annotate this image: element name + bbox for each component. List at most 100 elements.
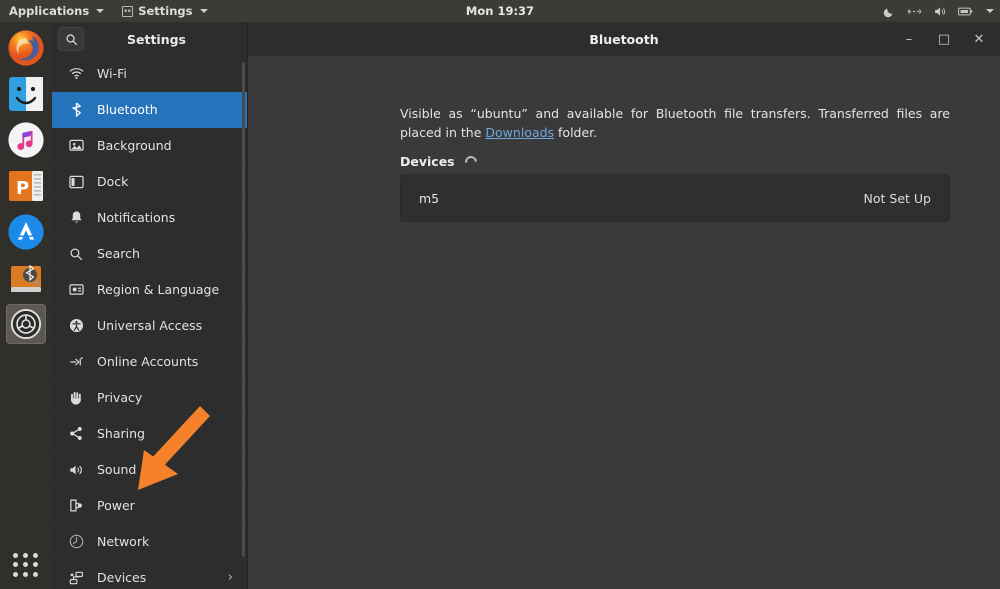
titlebar-sidebar-section: Settings (52, 22, 248, 56)
settings-window: Settings Bluetooth ON – □ ✕ (52, 22, 1000, 589)
devices-section-header: Devices (400, 153, 480, 170)
dock-item-settings[interactable] (6, 304, 46, 344)
sidebar-item-label: Sound (97, 462, 137, 477)
settings-app-menu[interactable]: Settings (113, 0, 216, 22)
grid-dot (13, 562, 18, 568)
sidebar-item-sound[interactable]: Sound (52, 452, 247, 488)
sidebar-item-label: Region & Language (97, 282, 220, 297)
sidebar-item-label: Power (97, 498, 135, 513)
status-indicators (883, 0, 994, 22)
dock: P (0, 22, 52, 589)
sidebar-item-region-language[interactable]: Region & Language (52, 272, 247, 308)
sidebar-item-label: Background (97, 138, 172, 153)
network-icon (68, 534, 84, 550)
settings-app-menu-label: Settings (138, 4, 193, 18)
sidebar-scrollbar[interactable] (242, 56, 246, 589)
grid-dot (13, 571, 18, 577)
dock-item-powerpoint[interactable]: P (6, 166, 46, 206)
description-text-part2: folder. (554, 125, 598, 140)
grid-dot (13, 553, 18, 558)
chevron-down-icon (96, 9, 105, 13)
region-language-icon (68, 282, 84, 298)
sidebar-item-network[interactable]: Network (52, 524, 247, 560)
sidebar-title: Settings (126, 31, 186, 47)
sidebar-item-label: Dock (97, 174, 129, 189)
sidebar-item-dock[interactable]: Dock (52, 164, 247, 200)
universal-access-icon (68, 318, 84, 334)
night-light-icon[interactable] (883, 5, 896, 18)
sidebar-item-bluetooth[interactable]: Bluetooth (52, 92, 247, 128)
sidebar-item-search[interactable]: Search (52, 236, 247, 272)
sidebar-item-label: Notifications (97, 210, 176, 225)
devices-list: m5 Not Set Up (400, 174, 950, 222)
dock-item-firefox[interactable] (6, 28, 46, 68)
chevron-down-icon (199, 9, 208, 13)
sidebar-item-label: Online Accounts (97, 354, 199, 369)
downloads-link[interactable]: Downloads (485, 125, 554, 140)
sidebar-item-notifications[interactable]: Notifications (52, 200, 247, 236)
online-accounts-icon (68, 354, 84, 370)
screen: Applications Settings Mon 19:37 P Settin… (0, 0, 1000, 589)
sidebar-item-label: Network (97, 534, 150, 549)
search-icon (68, 246, 84, 262)
sidebar-item-label: Privacy (97, 390, 143, 405)
dock-icon (68, 174, 84, 190)
power-icon (68, 498, 84, 514)
maximize-button[interactable]: □ (937, 32, 951, 46)
dock-item-music[interactable] (6, 120, 46, 160)
device-status: Not Set Up (863, 190, 931, 206)
sidebar-item-sharing[interactable]: Sharing (52, 416, 247, 452)
titlebar-content-section: Bluetooth ON – □ ✕ (248, 22, 1000, 56)
system-menu-caret-icon[interactable] (986, 9, 994, 13)
sidebar-item-background[interactable]: Background (52, 128, 247, 164)
svg-text:P: P (16, 178, 29, 199)
sidebar-item-label: Sharing (97, 426, 145, 441)
sidebar-item-devices[interactable]: Devices › (52, 560, 247, 589)
grid-dot (23, 562, 28, 568)
dock-item-files[interactable] (6, 74, 46, 114)
sidebar-item-label: Search (97, 246, 140, 261)
network-icon[interactable] (907, 5, 922, 18)
search-button[interactable] (58, 27, 84, 51)
sidebar-item-label: Bluetooth (97, 102, 158, 117)
chevron-right-icon: › (227, 570, 233, 585)
applications-menu[interactable]: Applications (0, 0, 113, 22)
sidebar-item-label: Universal Access (97, 318, 203, 333)
bell-icon (68, 210, 84, 226)
bluetooth-panel: Visible as “ubuntu” and available for Bl… (248, 56, 1000, 589)
grid-dot (33, 553, 38, 558)
window-controls: – □ ✕ (902, 22, 986, 56)
close-button[interactable]: ✕ (972, 32, 986, 46)
background-icon (68, 138, 84, 154)
privacy-hand-icon (68, 390, 84, 406)
battery-icon[interactable] (958, 6, 973, 17)
sidebar-item-online-accounts[interactable]: Online Accounts (52, 344, 247, 380)
settings-sidebar[interactable]: Wi-Fi Bluetooth Background Dock Notifica… (52, 56, 248, 589)
dock-item-bluetooth-transfer[interactable] (6, 258, 46, 298)
minimize-button[interactable]: – (902, 32, 916, 46)
device-row[interactable]: m5 Not Set Up (401, 175, 949, 221)
window-titlebar: Settings Bluetooth ON – □ ✕ (52, 22, 1000, 56)
sidebar-item-wifi[interactable]: Wi-Fi (52, 56, 247, 92)
grid-dot (23, 571, 28, 577)
bluetooth-description: Visible as “ubuntu” and available for Bl… (400, 104, 950, 142)
sidebar-item-label: Wi-Fi (97, 66, 127, 81)
bluetooth-icon (68, 102, 84, 118)
grid-dot (33, 571, 38, 577)
grid-dot (33, 562, 38, 568)
description-text-part1: Visible as “ubuntu” and available for Bl… (400, 106, 950, 140)
settings-app-icon (122, 5, 134, 17)
sharing-icon (68, 426, 84, 442)
dock-item-app-store[interactable] (6, 212, 46, 252)
sidebar-scrollbar-thumb[interactable] (242, 62, 245, 557)
sidebar-item-label: Devices (97, 570, 147, 585)
search-icon (65, 33, 77, 45)
sidebar-item-privacy[interactable]: Privacy (52, 380, 247, 416)
volume-icon[interactable] (933, 5, 947, 18)
sidebar-item-power[interactable]: Power (52, 488, 247, 524)
wifi-icon (68, 66, 84, 82)
show-applications-button[interactable] (8, 549, 44, 581)
sound-icon (68, 462, 84, 478)
sidebar-item-universal-access[interactable]: Universal Access (52, 308, 247, 344)
top-bar: Applications Settings Mon 19:37 (0, 0, 1000, 22)
